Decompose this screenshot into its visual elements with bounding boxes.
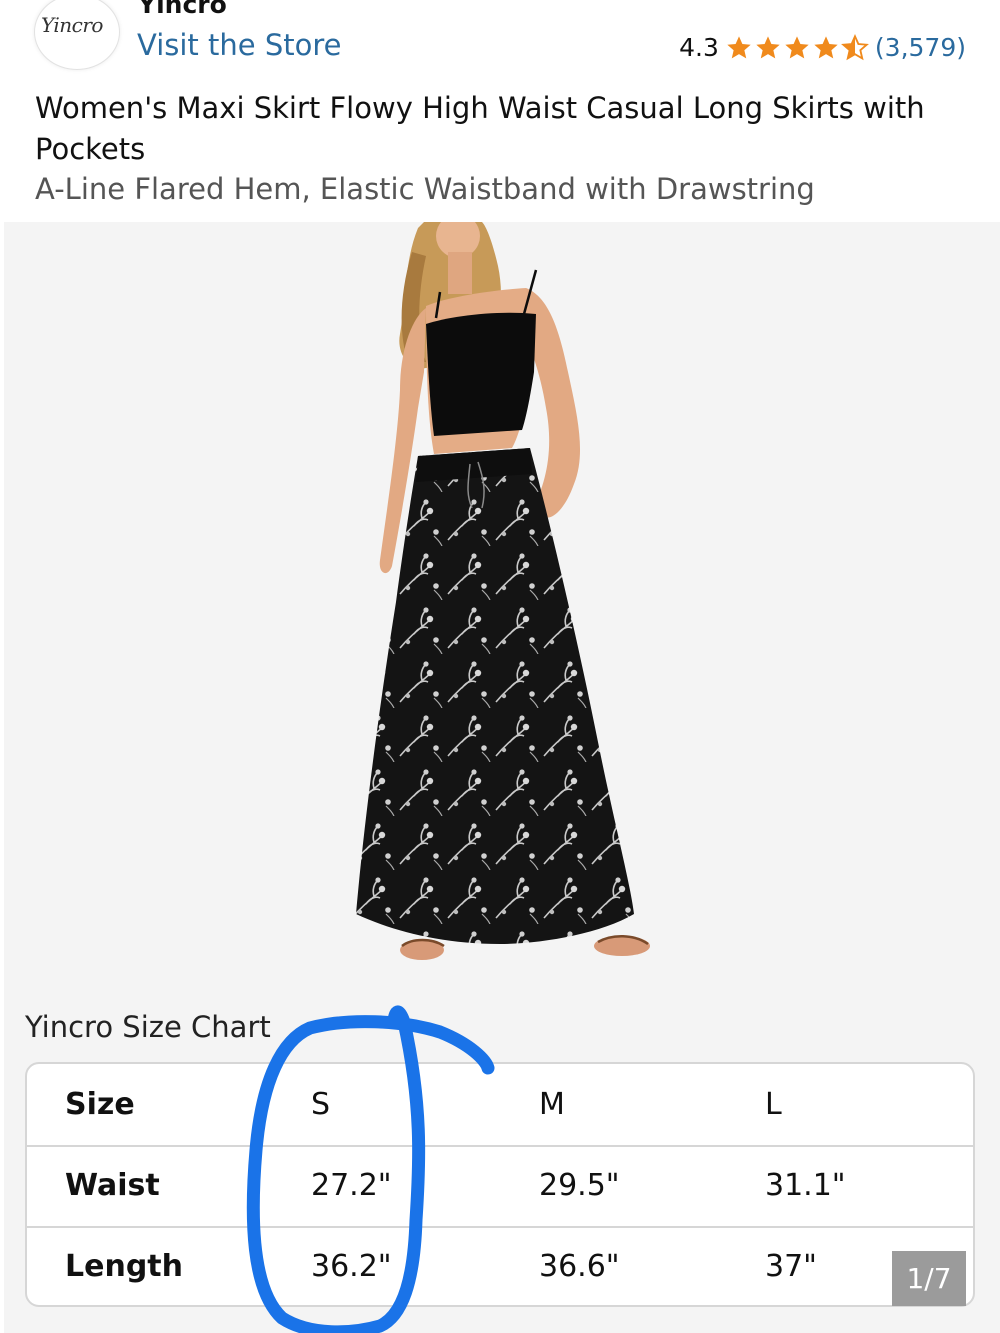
size-chart-title: Yincro Size Chart — [25, 1010, 271, 1044]
size-cell: 27.2" — [311, 1168, 392, 1203]
product-header: Yincro Yincro Visit the Store 4.3 (3,579… — [0, 0, 1000, 222]
store-brand-name: Yincro — [138, 0, 227, 19]
review-count-link[interactable]: (3,579) — [875, 33, 966, 62]
size-chart-row: Size S M L — [27, 1064, 973, 1147]
size-cell: M — [539, 1087, 565, 1122]
store-logo-text: Yincro — [41, 13, 103, 37]
visit-store-link[interactable]: Visit the Store — [137, 28, 341, 62]
product-title: Women's Maxi Skirt Flowy High Waist Casu… — [35, 91, 925, 166]
product-image[interactable] — [300, 222, 700, 982]
size-cell: 37" — [765, 1249, 817, 1284]
star-full-icon — [814, 35, 838, 58]
size-cell: 29.5" — [539, 1168, 620, 1203]
rating-summary[interactable]: 4.3 (3,579) — [679, 33, 966, 62]
star-half-icon — [840, 33, 869, 60]
size-chart-table: Size S M L Waist 27.2" 29.5" 31.1" Lengt… — [25, 1062, 975, 1307]
star-full-icon — [785, 35, 809, 58]
row-label: Length — [65, 1249, 183, 1284]
size-chart-row: Length 36.2" 36.6" 37" — [27, 1226, 973, 1305]
size-cell: 36.6" — [539, 1249, 620, 1284]
size-chart-row: Waist 27.2" 29.5" 31.1" — [27, 1145, 973, 1228]
size-cell: 36.2" — [311, 1249, 392, 1284]
star-rating — [725, 33, 869, 62]
row-label: Waist — [65, 1168, 160, 1203]
row-label: Size — [65, 1087, 135, 1122]
store-logo[interactable]: Yincro — [34, 0, 120, 70]
rating-value: 4.3 — [679, 33, 719, 62]
size-cell: L — [765, 1087, 782, 1122]
image-counter: 1/7 — [892, 1251, 966, 1306]
product-subtitle: A-Line Flared Hem, Elastic Waistband wit… — [35, 172, 815, 206]
star-full-icon — [727, 35, 751, 58]
size-cell: S — [311, 1087, 331, 1122]
star-full-icon — [756, 35, 780, 58]
size-cell: 31.1" — [765, 1168, 846, 1203]
